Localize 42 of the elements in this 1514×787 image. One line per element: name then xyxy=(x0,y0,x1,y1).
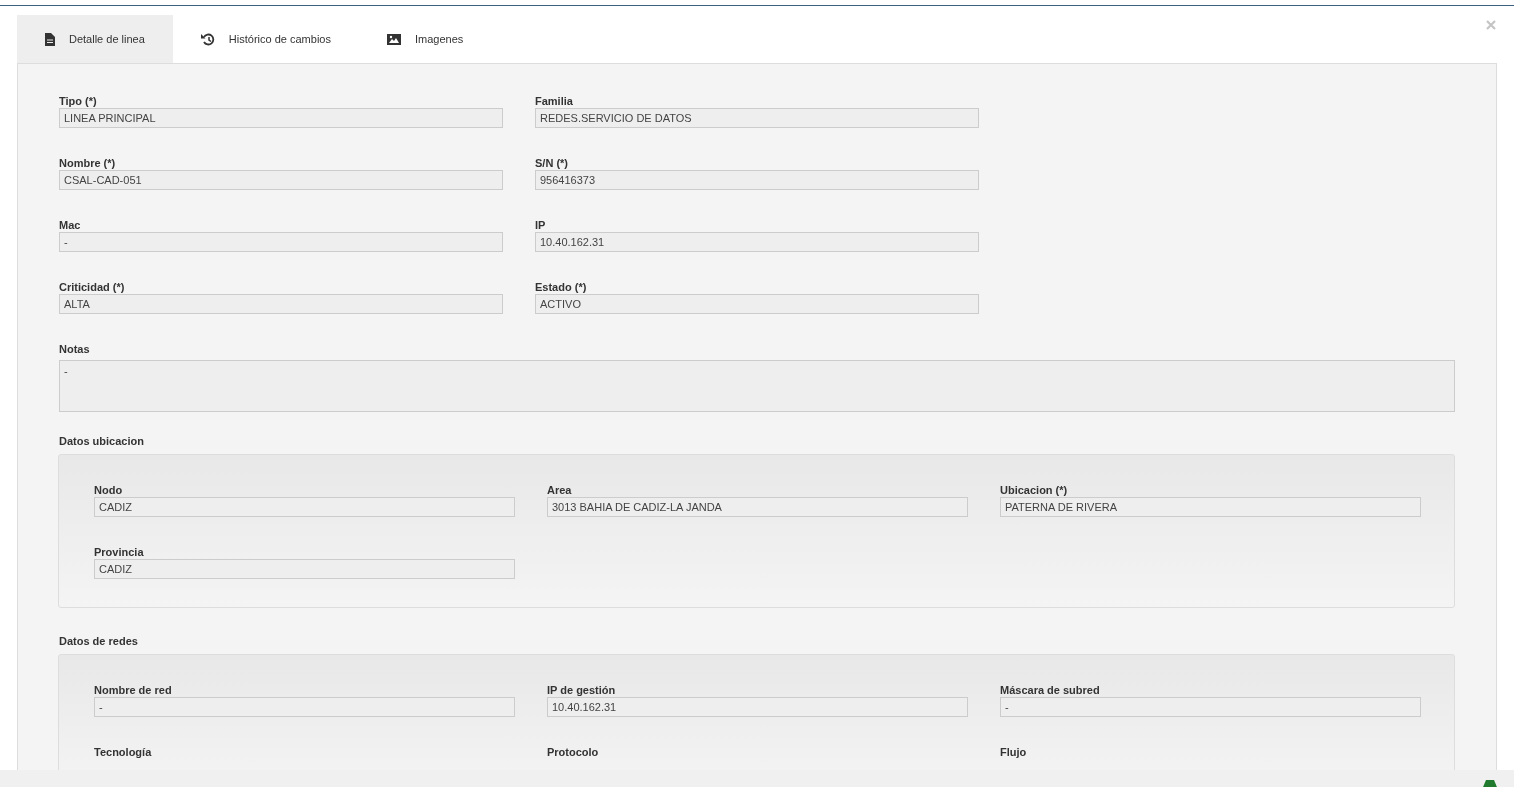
section-heading: Datos de redes xyxy=(59,634,138,648)
file-icon xyxy=(45,32,55,46)
input-field[interactable]: - xyxy=(94,697,515,717)
input-field[interactable]: - xyxy=(59,232,503,252)
input-field[interactable]: CADIZ xyxy=(94,559,515,579)
input-field[interactable]: - xyxy=(1000,697,1421,717)
input-field[interactable]: ALTA xyxy=(59,294,503,314)
field-label: IP xyxy=(535,218,546,232)
notes-textarea[interactable]: - xyxy=(59,360,1455,412)
field-label: Tecnología xyxy=(94,745,152,759)
field-label: Flujo xyxy=(1000,745,1027,759)
field-label: S/N (*) xyxy=(535,156,568,170)
input-field[interactable]: PATERNA DE RIVERA xyxy=(1000,497,1421,517)
input-field[interactable]: REDES.SERVICIO DE DATOS xyxy=(535,108,979,128)
input-field[interactable]: 10.40.162.31 xyxy=(547,697,968,717)
field-label: Estado (*) xyxy=(535,280,587,294)
field-label: Mac xyxy=(59,218,81,232)
field-label: Familia xyxy=(535,94,573,108)
field-label: Provincia xyxy=(94,545,144,559)
image-icon xyxy=(386,33,401,45)
input-field[interactable]: CADIZ xyxy=(94,497,515,517)
field-label: Nodo xyxy=(94,483,123,497)
field-label: Criticidad (*) xyxy=(59,280,125,294)
field-label: Ubicacion (*) xyxy=(1000,483,1068,497)
field-label: Protocolo xyxy=(547,745,599,759)
section-heading: Datos ubicacion xyxy=(59,434,144,448)
field-label: Tipo (*) xyxy=(59,94,97,108)
field-label: Máscara de subred xyxy=(1000,683,1100,697)
field-label: IP de gestión xyxy=(547,683,616,697)
field-label: Nombre (*) xyxy=(59,156,116,170)
tab[interactable]: Detalle de linea xyxy=(17,15,173,63)
input-field[interactable]: LINEA PRINCIPAL xyxy=(59,108,503,128)
input-field[interactable]: ACTIVO xyxy=(535,294,979,314)
input-field[interactable]: CSAL-CAD-051 xyxy=(59,170,503,190)
history-icon xyxy=(200,32,215,46)
field-label: Area xyxy=(547,483,572,497)
input-field[interactable]: 10.40.162.31 xyxy=(535,232,979,252)
input-field[interactable]: 3013 BAHIA DE CADIZ-LA JANDA xyxy=(547,497,968,517)
field-label: Notas xyxy=(59,342,90,356)
close-icon[interactable] xyxy=(1486,20,1496,30)
input-field[interactable]: 956416373 xyxy=(535,170,979,190)
field-label: Nombre de red xyxy=(94,683,172,697)
